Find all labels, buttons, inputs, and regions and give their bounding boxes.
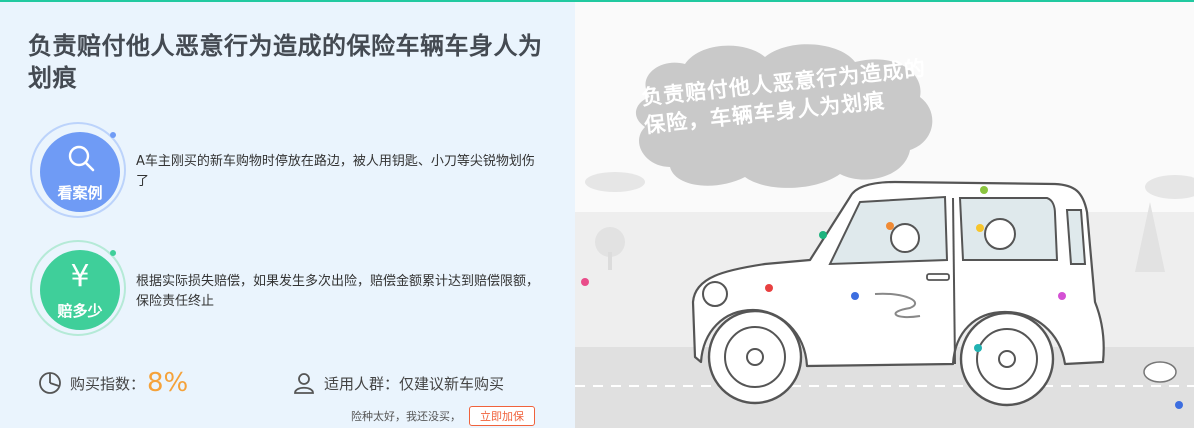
payout-badge-label: 赔多少 [57, 302, 103, 320]
case-description: A车主刚买的新车购物时停放在路边，被人用钥匙、小刀等尖锐物划伤了 [136, 154, 535, 189]
footer-note: 险种太好，我还没买， [351, 410, 461, 423]
payout-description: 根据实际损失赔偿，如果发生多次出险，赔偿金额累计达到赔偿限额，保险责任终止 [136, 274, 540, 309]
purchase-index-value: 8% [147, 368, 189, 398]
add-insurance-button[interactable]: 立即加保 [469, 406, 535, 426]
page-title: 负责赔付他人恶意行为造成的保险车辆车身人为划痕 [28, 32, 543, 92]
payout-badge[interactable]: ¥ 赔多少 [30, 240, 126, 336]
user-icon [294, 373, 314, 394]
badge-dot [110, 250, 116, 256]
purchase-index-label: 购买指数： [70, 374, 146, 393]
purchase-index: 购买指数： 8% [38, 368, 188, 398]
search-icon [68, 145, 95, 172]
target-audience-value: 仅建议新车购买 [399, 374, 505, 393]
badge-dot [110, 132, 116, 138]
case-badge-label: 看案例 [57, 184, 103, 202]
target-audience: 适用人群： 仅建议新车购买 [292, 368, 504, 398]
case-badge-disc: 看案例 [40, 132, 120, 212]
case-section: 看案例 A车主刚买的新车购物时停放在路边，被人用钥匙、小刀等尖锐物划伤了 [30, 122, 550, 222]
target-audience-label: 适用人群： [324, 374, 400, 393]
payout-section: ¥ 赔多少 根据实际损失赔偿，如果发生多次出险，赔偿金额累计达到赔偿限额，保险责… [30, 240, 550, 340]
payout-badge-disc: ¥ 赔多少 [40, 250, 120, 330]
footer-cta: 险种太好，我还没买， 立即加保 [351, 406, 535, 426]
case-badge[interactable]: 看案例 [30, 122, 126, 218]
yen-icon: ¥ [70, 259, 90, 294]
coverage-info-panel: 负责赔付他人恶意行为造成的保险车辆车身人为划痕 看案例 A车主刚买的新车购物时停… [0, 2, 575, 428]
pie-chart-icon [39, 372, 61, 394]
